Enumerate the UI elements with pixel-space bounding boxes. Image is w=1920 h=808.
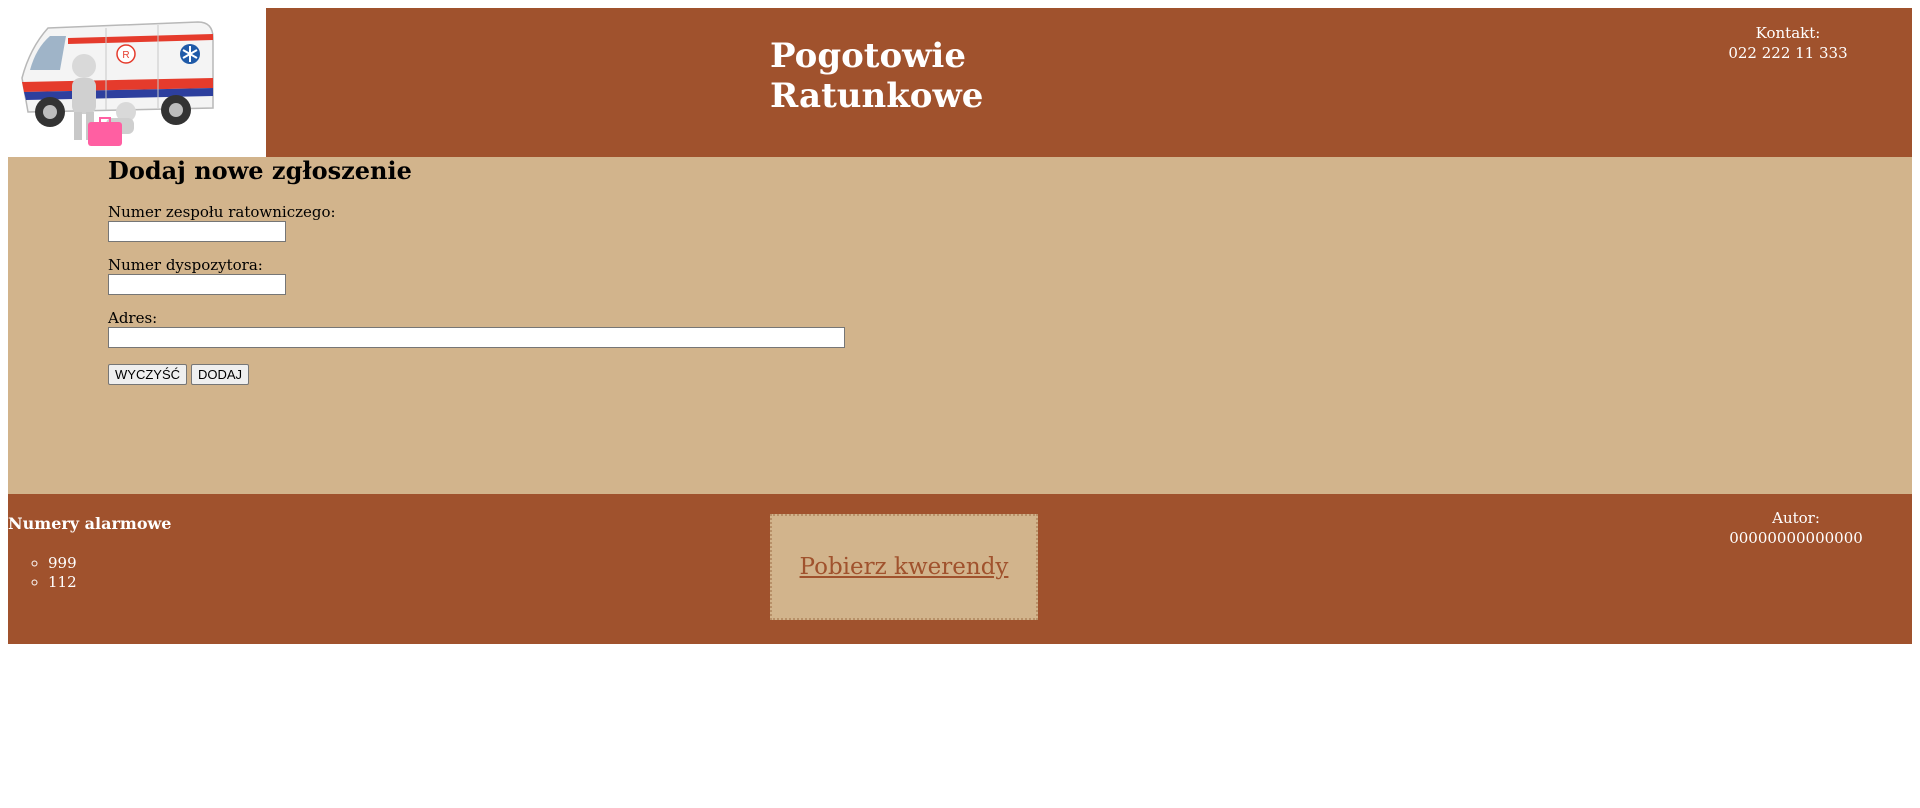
contact-info: Kontakt: 022 222 11 333: [1698, 23, 1878, 63]
dispatcher-number-field-group: Numer dyspozytora:: [108, 256, 845, 295]
address-input[interactable]: [108, 327, 845, 348]
ambulance-logo: R: [8, 8, 266, 157]
dispatcher-number-label: Numer dyspozytora:: [108, 256, 263, 274]
address-field-group: Adres:: [108, 309, 845, 348]
page: R Pogotowie Ratunkowe Kontakt: 022 222 1…: [8, 8, 1912, 644]
dispatcher-number-input[interactable]: [108, 274, 286, 295]
form-title: Dodaj nowe zgłoszenie: [108, 156, 412, 185]
form-buttons: WYCZYŚĆ DODAJ: [108, 364, 845, 385]
alarm-number-item: 112: [48, 573, 77, 592]
site-title: Pogotowie Ratunkowe: [770, 36, 984, 116]
add-button[interactable]: DODAJ: [191, 364, 250, 385]
header: R Pogotowie Ratunkowe Kontakt: 022 222 1…: [8, 8, 1912, 157]
team-number-label: Numer zespołu ratowniczego:: [108, 203, 336, 221]
author-info: Autor: 00000000000000: [1706, 508, 1886, 548]
contact-label: Kontakt:: [1755, 24, 1821, 42]
author-value: 00000000000000: [1729, 529, 1863, 547]
clear-button[interactable]: WYCZYŚĆ: [108, 364, 187, 385]
footer: Numery alarmowe 999 112 Pobierz kwerendy…: [8, 494, 1912, 644]
address-label: Adres:: [108, 309, 158, 327]
contact-phone: 022 222 11 333: [1728, 44, 1848, 62]
author-label: Autor:: [1772, 509, 1820, 527]
ambulance-icon: R: [8, 8, 266, 157]
alarm-numbers-list: 999 112: [48, 554, 77, 592]
alarm-numbers-title: Numery alarmowe: [8, 514, 172, 533]
download-box: Pobierz kwerendy: [770, 514, 1038, 620]
report-form: Dodaj nowe zgłoszenie Numer zespołu rato…: [108, 157, 845, 385]
download-queries-link[interactable]: Pobierz kwerendy: [800, 554, 1009, 580]
main-content: Dodaj nowe zgłoszenie Numer zespołu rato…: [8, 157, 1912, 494]
svg-text:R: R: [122, 50, 129, 61]
alarm-number-item: 999: [48, 554, 77, 573]
team-number-field-group: Numer zespołu ratowniczego:: [108, 203, 845, 242]
team-number-input[interactable]: [108, 221, 286, 242]
